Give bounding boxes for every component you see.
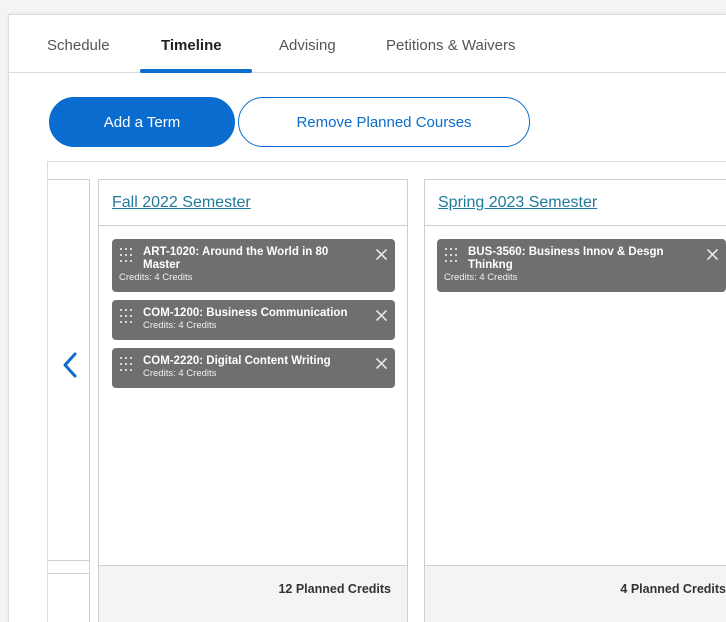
active-tab-indicator: [140, 69, 252, 73]
course-title: ART-1020: Around the World in 80 Master: [143, 246, 329, 271]
course-title: COM-1200: Business Communication: [143, 307, 348, 319]
planned-credits-total: 12 Planned Credits: [278, 582, 391, 596]
drag-handle-icon[interactable]: [120, 248, 132, 262]
term-header: Spring 2023 Semester: [425, 180, 726, 226]
term-footer: 4 Planned Credits: [425, 565, 726, 622]
term-course-list: ART-1020: Around the World in 80 Master …: [99, 226, 407, 566]
course-card[interactable]: ART-1020: Around the World in 80 Master …: [112, 239, 395, 292]
course-card[interactable]: COM-2220: Digital Content Writing Credit…: [112, 348, 395, 388]
course-credits: Credits: 4 Credits: [143, 320, 217, 331]
term-course-list: BUS-3560: Business Innov & Desgn Thinkng…: [425, 226, 726, 566]
course-card[interactable]: COM-1200: Business Communication Credits…: [112, 300, 395, 340]
divider: [48, 573, 90, 574]
drag-handle-icon[interactable]: [445, 248, 457, 262]
term-header: Fall 2022 Semester: [99, 180, 407, 226]
planned-credits-total: 4 Planned Credits: [620, 582, 726, 596]
drag-handle-icon[interactable]: [120, 357, 132, 371]
course-title: COM-2220: Digital Content Writing: [143, 355, 331, 367]
tab-timeline[interactable]: Timeline: [161, 37, 222, 54]
course-credits: Credits: 4 Credits: [143, 368, 217, 379]
close-icon[interactable]: [707, 249, 718, 260]
chevron-left-icon[interactable]: [61, 350, 79, 380]
previous-terms-panel[interactable]: [48, 179, 90, 561]
term-footer: 12 Planned Credits: [99, 565, 407, 622]
term-card-fall-2022: Fall 2022 Semester ART-1020: Around the …: [98, 179, 408, 622]
tab-petitions-waivers[interactable]: Petitions & Waivers: [386, 37, 516, 54]
drag-handle-icon[interactable]: [120, 309, 132, 323]
timeline-region: Fall 2022 Semester ART-1020: Around the …: [47, 161, 726, 622]
close-icon[interactable]: [376, 358, 387, 369]
previous-terms-footer: [48, 560, 90, 622]
term-title-link[interactable]: Fall 2022 Semester: [112, 194, 251, 211]
course-card[interactable]: BUS-3560: Business Innov & Desgn Thinkng…: [437, 239, 726, 292]
course-credits: Credits: 4 Credits: [444, 272, 518, 283]
remove-planned-courses-button[interactable]: Remove Planned Courses: [238, 97, 530, 147]
tab-bar: Schedule Timeline Advising Petitions & W…: [9, 15, 726, 73]
close-icon[interactable]: [376, 249, 387, 260]
planning-card: Schedule Timeline Advising Petitions & W…: [8, 14, 726, 622]
course-title: BUS-3560: Business Innov & Desgn Thinkng: [468, 246, 664, 271]
course-credits: Credits: 4 Credits: [119, 272, 193, 283]
close-icon[interactable]: [376, 310, 387, 321]
term-card-spring-2023: Spring 2023 Semester BUS-3560: Business …: [424, 179, 726, 622]
add-term-button[interactable]: Add a Term: [49, 97, 235, 147]
tab-advising[interactable]: Advising: [279, 37, 336, 54]
term-title-link[interactable]: Spring 2023 Semester: [438, 194, 597, 211]
tab-schedule[interactable]: Schedule: [47, 37, 110, 54]
